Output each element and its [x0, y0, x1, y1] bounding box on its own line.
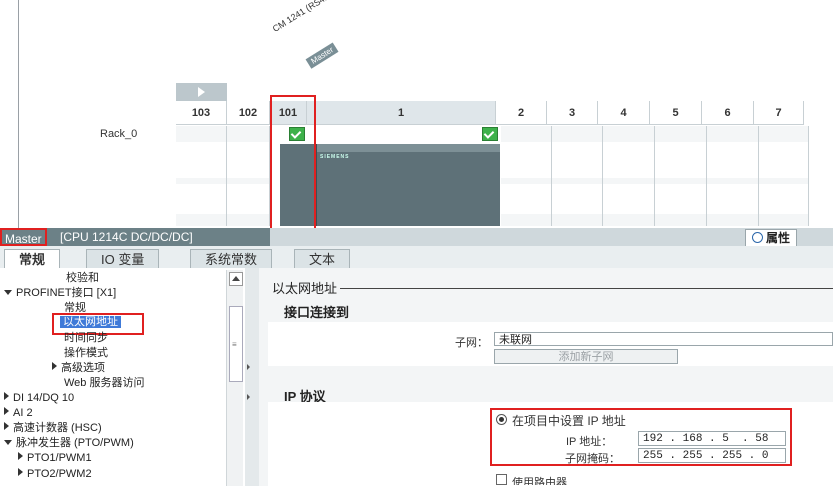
chevron-right-icon	[4, 407, 9, 415]
chevron-right-icon	[4, 422, 9, 430]
slot-header-1[interactable]: 1	[307, 101, 496, 125]
properties-tab[interactable]: 属性	[745, 229, 798, 247]
tab-texts[interactable]: 文本	[294, 249, 351, 268]
slot-body-2[interactable]	[501, 126, 552, 226]
slot-header-5[interactable]: 5	[650, 101, 702, 125]
splitter-arrow-icon	[247, 394, 250, 400]
chevron-right-icon	[4, 392, 9, 400]
splitter-arrow-icon	[247, 364, 250, 370]
status-ok-icon	[482, 127, 498, 141]
panel-splitter[interactable]	[245, 268, 259, 486]
use-router-label: 使用路由器	[512, 477, 567, 485]
device-name-highlight: Master	[0, 228, 47, 246]
slot-header-6[interactable]: 6	[702, 101, 754, 125]
slot-body-6[interactable]	[707, 126, 759, 226]
tree-item-pto1[interactable]: PTO1/PWM1	[18, 452, 92, 464]
device-view: CM 1241 (RS422/4... Master 103 102 101 1…	[0, 0, 833, 241]
properties-label: 属性	[766, 231, 791, 245]
highlight-ip-settings	[490, 408, 792, 466]
slot-header-2[interactable]: 2	[496, 101, 547, 125]
chevron-down-icon	[4, 290, 12, 295]
use-router-checkbox[interactable]	[496, 474, 507, 485]
chevron-right-icon	[18, 452, 23, 460]
slot-header-4[interactable]: 4	[598, 101, 650, 125]
play-icon	[198, 87, 205, 97]
slot-body-7[interactable]	[759, 126, 809, 226]
slot-header-102[interactable]: 102	[227, 101, 270, 125]
tree-item-profinet[interactable]: PROFINET接口 [X1]	[4, 287, 116, 299]
rack-label: Rack_0	[100, 128, 138, 140]
cpu-type-label: [CPU 1214C DC/DC/DC]	[60, 230, 193, 244]
section-title: 以太网地址	[272, 281, 338, 296]
slot-body-3[interactable]	[552, 126, 603, 226]
expand-rack-button[interactable]	[176, 83, 227, 101]
module-tag: Master	[305, 42, 339, 69]
subnet-select[interactable]: 未联网	[494, 332, 833, 346]
slot-body-4[interactable]	[603, 126, 655, 226]
chevron-right-icon	[52, 362, 57, 370]
tree-item-web-server[interactable]: Web 服务器访问	[64, 377, 144, 389]
magnifier-icon	[752, 232, 763, 243]
tree-item-hsc[interactable]: 高速计数器 (HSC)	[4, 422, 102, 434]
tree-item-time-sync[interactable]: 时间同步	[64, 332, 108, 344]
chevron-down-icon	[4, 440, 12, 445]
section-divider	[340, 288, 833, 289]
highlight-slot-101	[270, 95, 316, 241]
tree-item-operating-mode[interactable]: 操作模式	[64, 347, 108, 359]
tree-scrollbar[interactable]: ≡	[226, 270, 243, 486]
tree-item-pto2[interactable]: PTO2/PWM2	[18, 468, 92, 478]
tree-item-ai[interactable]: AI 2	[4, 407, 33, 419]
slot-header-3[interactable]: 3	[547, 101, 598, 125]
tree-item-checksum[interactable]: 校验和	[66, 272, 99, 284]
slot-body-103[interactable]	[176, 126, 227, 226]
device-view-divider	[18, 0, 19, 228]
slot-header-7[interactable]: 7	[754, 101, 804, 125]
module-name-label: CM 1241 (RS422/4...	[270, 0, 348, 35]
tab-io-tags[interactable]: IO 变量	[86, 249, 160, 268]
tree-item-pulse-generator[interactable]: 脉冲发生器 (PTO/PWM)	[4, 437, 134, 449]
chevron-right-icon	[18, 468, 23, 476]
slot-header-103[interactable]: 103	[176, 101, 227, 125]
tab-general[interactable]: 常规	[4, 249, 61, 269]
cpu-logo: SIEMENS	[320, 154, 350, 160]
tree-item-di-dq[interactable]: DI 14/DQ 10	[4, 392, 74, 404]
tab-system-constants[interactable]: 系统常数	[190, 249, 273, 268]
add-subnet-button[interactable]: 添加新子网	[494, 349, 678, 364]
tree-item-advanced-options[interactable]: 高级选项	[52, 362, 105, 374]
property-tabs: 常规 IO 变量 系统常数 文本	[0, 246, 833, 269]
grip-icon: ≡	[232, 340, 237, 349]
scroll-up-icon[interactable]	[229, 272, 243, 286]
slot-body-5[interactable]	[655, 126, 707, 226]
slot-body-102[interactable]	[227, 126, 270, 226]
interface-title: 接口连接到	[284, 305, 350, 320]
inspector-title-bar: Master [CPU 1214C DC/DC/DC] 属性	[0, 228, 833, 247]
subnet-label: 子网：	[455, 337, 488, 349]
